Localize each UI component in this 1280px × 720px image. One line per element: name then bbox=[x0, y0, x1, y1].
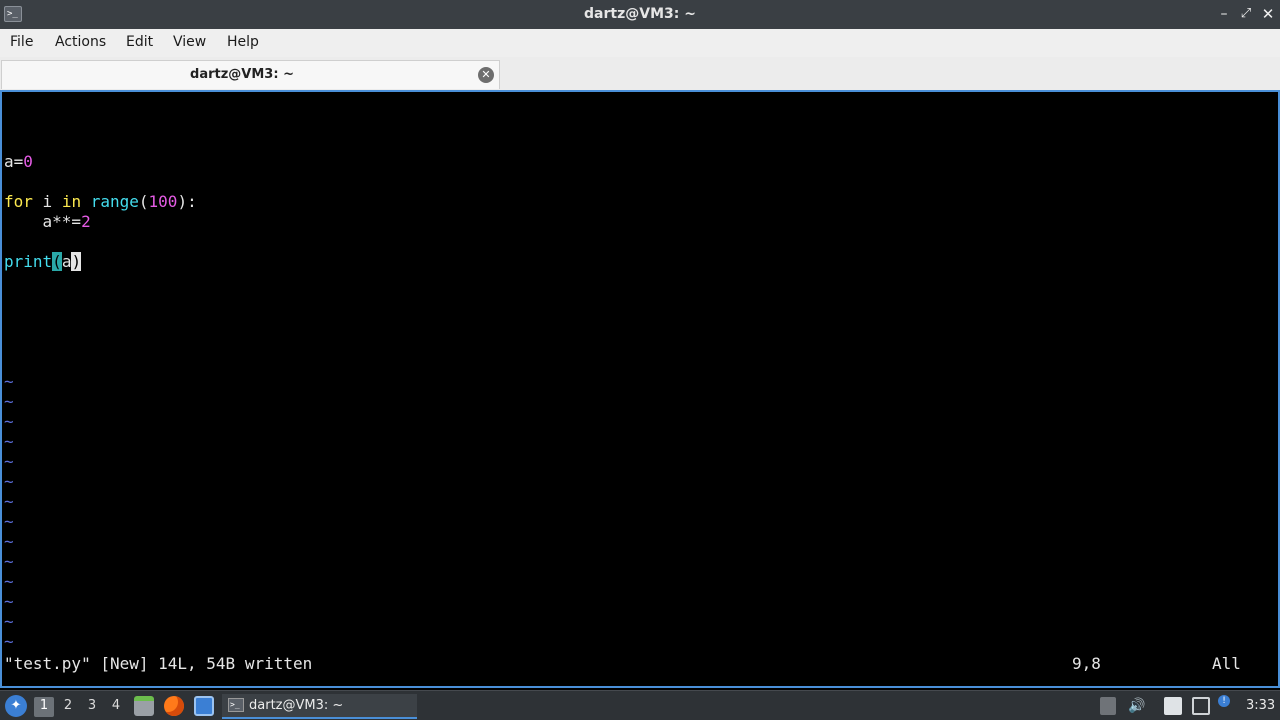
menu-help[interactable]: Help bbox=[227, 34, 259, 50]
terminal-tab[interactable]: dartz@VM3: ~ ✕ bbox=[1, 60, 500, 89]
code-number: 2 bbox=[81, 212, 91, 231]
empty-line-tilde: ~ bbox=[4, 552, 14, 571]
vim-cursor-position: 9,8 bbox=[1072, 654, 1101, 673]
code-number: 100 bbox=[148, 192, 178, 211]
task-label: dartz@VM3: ~ bbox=[249, 698, 344, 713]
code-text: a**= bbox=[4, 212, 82, 231]
menu-bar: File Actions Edit View Help bbox=[0, 29, 1280, 57]
code-text: a= bbox=[4, 152, 24, 171]
matched-paren: ( bbox=[52, 252, 62, 271]
code-line: a**=2 bbox=[4, 212, 91, 232]
show-desktop-icon[interactable] bbox=[194, 696, 214, 716]
empty-line-tilde: ~ bbox=[4, 572, 14, 591]
empty-line-tilde: ~ bbox=[4, 472, 14, 491]
menu-actions[interactable]: Actions bbox=[55, 34, 106, 50]
code-keyword: in bbox=[61, 192, 82, 211]
desktop-switch-2[interactable]: 2 bbox=[58, 697, 78, 717]
text-cursor: ) bbox=[71, 252, 82, 271]
code-text: ( bbox=[138, 192, 149, 211]
notification-icon[interactable]: ! bbox=[1218, 695, 1230, 707]
code-text: i bbox=[32, 192, 62, 211]
tab-label: dartz@VM3: ~ bbox=[190, 67, 294, 82]
firefox-icon[interactable] bbox=[164, 696, 184, 716]
menu-file[interactable]: File bbox=[10, 34, 33, 50]
eject-icon[interactable] bbox=[1100, 697, 1116, 715]
window-title-bar: >_ dartz@VM3: ~ – ⤢ ✕ bbox=[0, 0, 1280, 29]
taskbar: ✦ 1 2 3 4 >_ dartz@VM3: ~ 🔊 ! 3:33 bbox=[0, 690, 1280, 720]
code-line: a=0 bbox=[4, 152, 33, 172]
code-function: print bbox=[4, 252, 53, 271]
terminal-task-icon: >_ bbox=[228, 698, 244, 712]
empty-line-tilde: ~ bbox=[4, 412, 14, 431]
volume-icon[interactable]: 🔊 bbox=[1128, 697, 1146, 715]
desktop-switch-1[interactable]: 1 bbox=[34, 697, 54, 717]
empty-line-tilde: ~ bbox=[4, 372, 14, 391]
empty-line-tilde: ~ bbox=[4, 432, 14, 451]
code-text: ): bbox=[177, 192, 197, 211]
desktop-switch-4[interactable]: 4 bbox=[106, 697, 126, 717]
terminal-view[interactable]: a=0 for i in range(100): a**=2 print(a) … bbox=[0, 90, 1280, 688]
tab-bar: dartz@VM3: ~ ✕ bbox=[0, 57, 1280, 90]
empty-line-tilde: ~ bbox=[4, 492, 14, 511]
code-function: range bbox=[90, 192, 139, 211]
empty-line-tilde: ~ bbox=[4, 392, 14, 411]
network-icon[interactable] bbox=[1192, 697, 1210, 715]
clock[interactable]: 3:33 bbox=[1246, 698, 1275, 713]
code-line: print(a) bbox=[4, 252, 82, 272]
empty-line-tilde: ~ bbox=[4, 592, 14, 611]
code-number: 0 bbox=[23, 152, 33, 171]
empty-line-tilde: ~ bbox=[4, 452, 14, 471]
menu-edit[interactable]: Edit bbox=[126, 34, 153, 50]
vim-scroll-position: All bbox=[1212, 654, 1241, 673]
code-line: for i in range(100): bbox=[4, 192, 197, 212]
clipboard-icon[interactable] bbox=[1164, 697, 1182, 715]
menu-view[interactable]: View bbox=[173, 34, 206, 50]
code-keyword: for bbox=[4, 192, 33, 211]
empty-line-tilde: ~ bbox=[4, 612, 14, 631]
close-window-button[interactable]: ✕ bbox=[1258, 4, 1278, 24]
tab-close-icon[interactable]: ✕ bbox=[478, 67, 494, 83]
vim-status-message: "test.py" [New] 14L, 54B written bbox=[4, 654, 313, 673]
code-text: a bbox=[61, 252, 72, 271]
maximize-button[interactable]: ⤢ bbox=[1236, 4, 1256, 24]
window-title: dartz@VM3: ~ bbox=[584, 6, 696, 22]
start-menu-icon[interactable]: ✦ bbox=[5, 695, 27, 717]
empty-line-tilde: ~ bbox=[4, 532, 14, 551]
desktop-switch-3[interactable]: 3 bbox=[82, 697, 102, 717]
empty-line-tilde: ~ bbox=[4, 632, 14, 651]
empty-line-tilde: ~ bbox=[4, 512, 14, 531]
file-manager-icon[interactable] bbox=[134, 696, 154, 716]
taskbar-terminal-task[interactable]: >_ dartz@VM3: ~ bbox=[222, 694, 417, 719]
minimize-button[interactable]: – bbox=[1214, 4, 1234, 24]
